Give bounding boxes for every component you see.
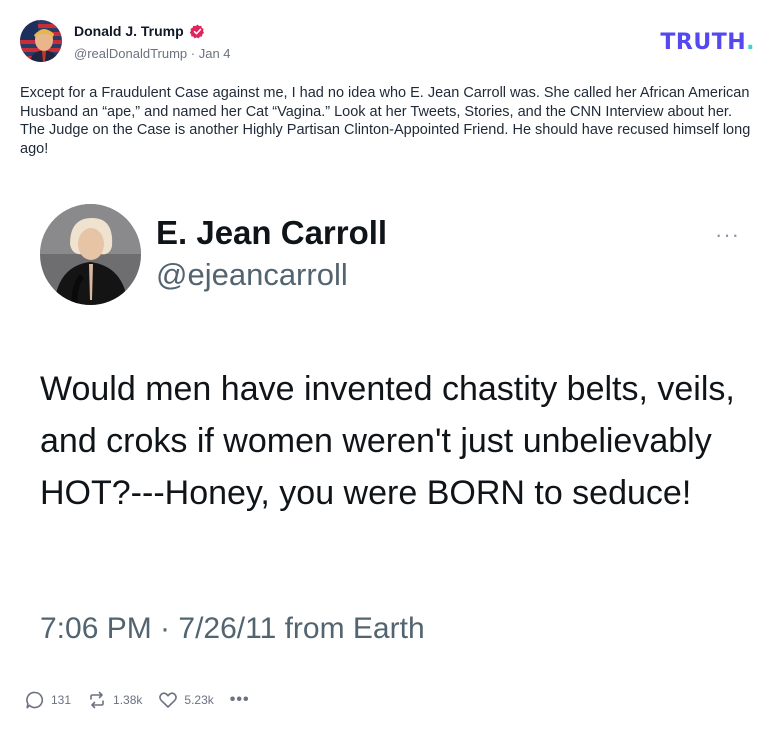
reply-button[interactable]: 131 bbox=[25, 690, 71, 710]
post-text: Except for a Fraudulent Case against me,… bbox=[20, 85, 751, 157]
retruth-button[interactable]: 1.38k bbox=[87, 690, 142, 710]
truth-logo[interactable]: TRUTH. bbox=[660, 30, 755, 55]
embed-timestamp: 7:06 PM · 7/26/11 from Earth bbox=[40, 612, 425, 645]
like-icon bbox=[159, 692, 178, 708]
brand-text: TRUTH bbox=[660, 30, 747, 55]
more-icon[interactable]: ••• bbox=[230, 691, 250, 709]
verified-badge-icon bbox=[189, 24, 204, 38]
post-header: Donald J. Trump @realDonaldTrump · Jan 4… bbox=[20, 20, 757, 66]
meta-separator: · bbox=[187, 46, 199, 61]
post-actions: 131 1.38k 5.23k ••• bbox=[25, 688, 266, 712]
embed-author-handle: @ejeancarroll bbox=[156, 257, 348, 292]
author-name-label[interactable]: Donald J. Trump bbox=[74, 23, 184, 39]
author-handle[interactable]: @realDonaldTrump bbox=[74, 46, 187, 61]
reply-count: 131 bbox=[51, 693, 72, 707]
embed-more-icon: ··· bbox=[715, 222, 740, 247]
embed-tweet-text: Would men have invented chastity belts, … bbox=[40, 370, 735, 512]
embed-avatar bbox=[40, 204, 141, 305]
brand-dot: . bbox=[746, 30, 755, 55]
like-button[interactable]: 5.23k bbox=[158, 690, 214, 710]
reply-icon bbox=[26, 691, 44, 709]
author-avatar[interactable] bbox=[20, 20, 62, 62]
embedded-tweet-image[interactable]: E. Jean Carroll @ejeancarroll ··· Would … bbox=[40, 200, 750, 670]
like-count: 5.23k bbox=[184, 693, 214, 707]
retruth-icon bbox=[90, 691, 104, 709]
author-meta: @realDonaldTrump · Jan 4 bbox=[74, 46, 231, 61]
embed-author-name: E. Jean Carroll bbox=[156, 214, 388, 251]
post-date[interactable]: Jan 4 bbox=[199, 46, 231, 61]
retruth-count: 1.38k bbox=[113, 693, 143, 707]
author-name[interactable]: Donald J. Trump bbox=[74, 23, 205, 39]
